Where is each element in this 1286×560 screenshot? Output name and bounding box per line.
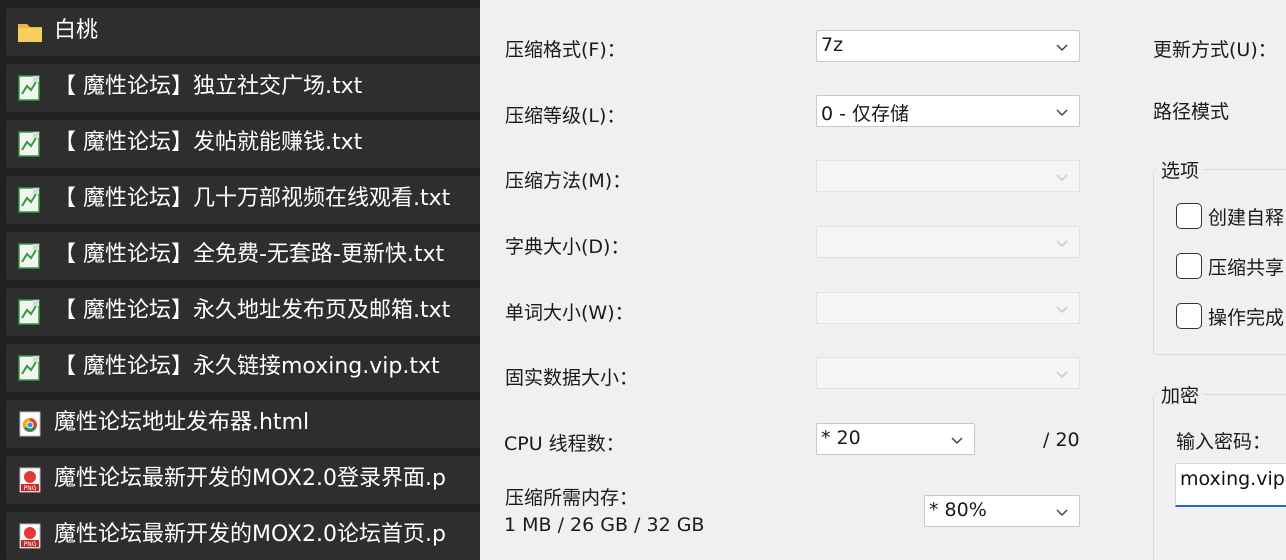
memory-usage-select[interactable]: * 80% xyxy=(924,495,1080,527)
file-name: 【 魔性论坛】独立社交广场.txt xyxy=(54,74,363,99)
svg-text:PNG: PNG xyxy=(24,485,37,492)
format-select[interactable]: 7z xyxy=(816,30,1080,62)
file-name: 白桃 xyxy=(54,18,99,43)
file-list-item[interactable]: 魔性论坛地址发布器.html xyxy=(6,400,480,448)
option-checkbox-sfx[interactable] xyxy=(1176,203,1202,229)
option-checkbox-delete-after[interactable] xyxy=(1176,303,1202,329)
update-mode-label: 更新方式(U)： xyxy=(1153,39,1277,61)
cpu-threads-value: * 20 xyxy=(821,427,861,449)
password-value: moxing.vip xyxy=(1180,468,1285,490)
chevron-down-icon xyxy=(1056,371,1068,379)
level-label: 压缩等级(L)： xyxy=(505,105,626,127)
file-list-item[interactable]: 【 魔性论坛】几十万部视频在线观看.txt xyxy=(6,176,480,224)
file-name: 【 魔性论坛】永久地址发布页及邮箱.txt xyxy=(54,298,451,323)
word-size-select[interactable] xyxy=(816,292,1080,324)
format-value: 7z xyxy=(821,34,844,56)
password-label: 输入密码： xyxy=(1176,431,1272,453)
file-list-item[interactable]: 【 魔性论坛】永久链接moxing.vip.txt xyxy=(6,344,480,392)
svg-text:PNG: PNG xyxy=(24,541,37,548)
text-file-icon xyxy=(16,242,44,270)
method-label: 压缩方法(M)： xyxy=(505,170,632,192)
file-name: 【 魔性论坛】永久链接moxing.vip.txt xyxy=(54,354,440,379)
file-name: 【 魔性论坛】全免费-无套路-更新快.txt xyxy=(54,242,445,267)
text-file-icon xyxy=(16,354,44,382)
text-file-icon xyxy=(16,186,44,214)
chevron-down-icon xyxy=(1056,109,1068,117)
file-name: 【 魔性论坛】发帖就能赚钱.txt xyxy=(54,130,363,155)
png-file-icon: PNG xyxy=(16,522,44,550)
chrome-html-icon xyxy=(16,410,44,438)
dictionary-size-select[interactable] xyxy=(816,226,1080,258)
chevron-down-icon xyxy=(1056,509,1068,517)
file-name: 魔性论坛地址发布器.html xyxy=(54,410,310,435)
chevron-down-icon xyxy=(1056,44,1068,52)
cpu-threads-label: CPU 线程数： xyxy=(504,433,625,455)
word-size-label: 单词大小(W)： xyxy=(505,302,634,324)
dictionary-size-label: 字典大小(D)： xyxy=(505,236,630,258)
solid-block-label: 固实数据大小： xyxy=(505,367,639,389)
cpu-threads-select[interactable]: * 20 xyxy=(816,423,975,455)
file-list-item[interactable]: 【 魔性论坛】发帖就能赚钱.txt xyxy=(6,120,480,168)
text-file-icon xyxy=(16,130,44,158)
chevron-down-icon xyxy=(1056,174,1068,182)
chevron-down-icon xyxy=(951,437,963,445)
memory-usage-value: * 80% xyxy=(929,499,987,521)
option-label-delete-after: 操作完成 xyxy=(1208,307,1285,329)
file-list-item[interactable]: 【 魔性论坛】独立社交广场.txt xyxy=(6,64,480,112)
path-mode-label: 路径模式 xyxy=(1153,101,1230,123)
text-file-icon xyxy=(16,298,44,326)
file-list-item[interactable]: PNG 魔性论坛最新开发的MOX2.0论坛首页.p xyxy=(6,512,480,560)
png-file-icon: PNG xyxy=(16,466,44,494)
text-file-icon xyxy=(16,74,44,102)
level-value: 0 - 仅存储 xyxy=(821,103,910,125)
file-name: 魔性论坛最新开发的MOX2.0论坛首页.p xyxy=(54,522,446,547)
options-group-title: 选项 xyxy=(1157,156,1204,183)
method-select[interactable] xyxy=(816,160,1080,192)
chevron-down-icon xyxy=(1056,240,1068,248)
option-checkbox-shared[interactable] xyxy=(1176,253,1202,279)
option-label-shared: 压缩共享 xyxy=(1208,257,1285,279)
chevron-down-icon xyxy=(1056,306,1068,314)
file-list-item[interactable]: 【 魔性论坛】永久地址发布页及邮箱.txt xyxy=(6,288,480,336)
folder-icon xyxy=(16,18,44,46)
level-select[interactable]: 0 - 仅存储 xyxy=(816,95,1080,127)
memory-usage-label: 压缩所需内存： xyxy=(505,487,639,509)
file-list-panel: 白桃【 魔性论坛】独立社交广场.txt 【 魔性论坛】发帖就能赚钱.txt 【 魔性… xyxy=(0,0,480,560)
file-list-item[interactable]: 【 魔性论坛】全免费-无套路-更新快.txt xyxy=(6,232,480,280)
compression-settings-dialog: 压缩格式(F)： 7z 压缩等级(L)： 0 - 仅存储 压缩方法(M)： 字典… xyxy=(480,0,1286,560)
encryption-group-title: 加密 xyxy=(1157,381,1204,408)
memory-usage-detail: 1 MB / 26 GB / 32 GB xyxy=(504,514,705,536)
password-input[interactable]: moxing.vip xyxy=(1175,463,1286,507)
file-name: 魔性论坛最新开发的MOX2.0登录界面.p xyxy=(54,466,446,491)
solid-block-select[interactable] xyxy=(816,357,1080,389)
format-label: 压缩格式(F)： xyxy=(505,39,626,61)
cpu-threads-max: / 20 xyxy=(1043,429,1080,451)
file-list-item[interactable]: PNG 魔性论坛最新开发的MOX2.0登录界面.p xyxy=(6,456,480,504)
file-name: 【 魔性论坛】几十万部视频在线观看.txt xyxy=(54,186,451,211)
file-list-item[interactable]: 白桃 xyxy=(6,8,480,56)
option-label-sfx: 创建自释 xyxy=(1208,207,1285,229)
